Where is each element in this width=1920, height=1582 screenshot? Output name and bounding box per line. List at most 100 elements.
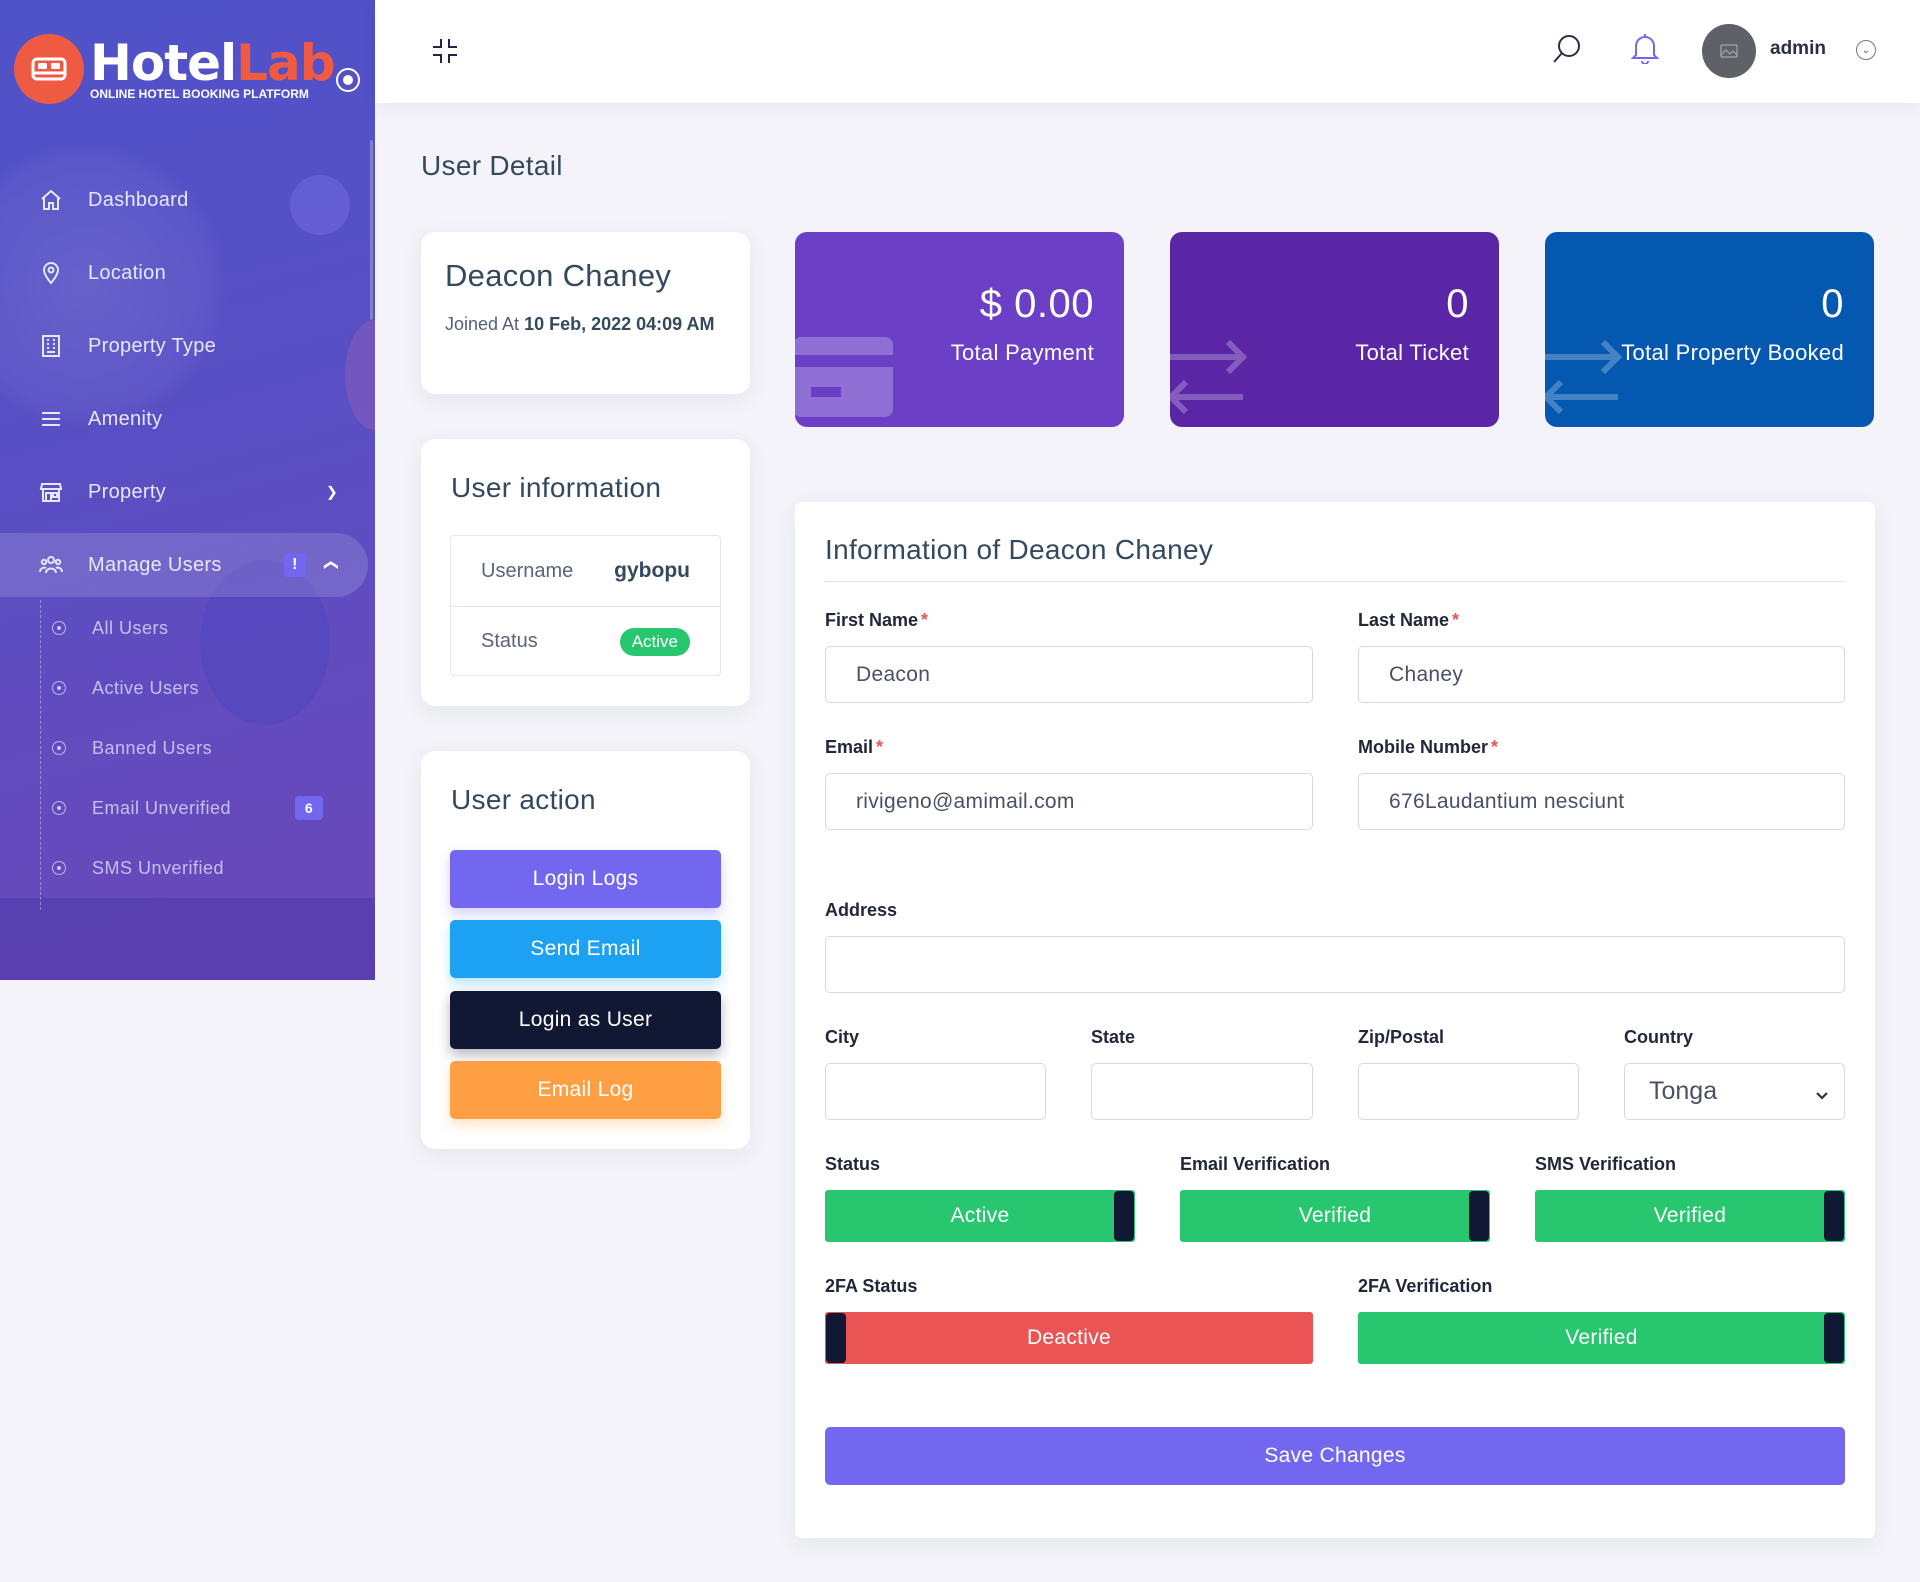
admin-name[interactable]: admin — [1770, 38, 1826, 60]
sidebar-subitem-banned-users[interactable]: Banned Users — [52, 728, 362, 768]
sms-verification-toggle[interactable]: Verified — [1535, 1190, 1845, 1242]
chevron-down-icon: ❯ — [325, 483, 338, 500]
stat-total-ticket[interactable]: 0 Total Ticket — [1170, 232, 1499, 427]
sidebar-item-label: Property Type — [88, 334, 217, 357]
toggle-knob — [1824, 1313, 1844, 1363]
count-badge: 6 — [295, 796, 323, 820]
state-label: State — [1091, 1027, 1136, 1047]
login-as-user-button[interactable]: Login as User — [450, 991, 721, 1049]
chevron-down-icon — [1814, 1082, 1830, 1100]
warning-badge: ! — [284, 553, 306, 577]
sidebar-subitem-label: All Users — [92, 617, 169, 638]
sidebar-scrollbar[interactable] — [370, 140, 373, 320]
sms-verification-label: SMS Verification — [1535, 1154, 1677, 1174]
country-select[interactable]: Tonga — [1624, 1063, 1845, 1120]
mobile-number-input[interactable] — [1358, 773, 1845, 830]
email-verification-toggle[interactable]: Verified — [1180, 1190, 1490, 1242]
page-title: User Detail — [421, 150, 563, 181]
stat-value: $ 0.00 — [979, 282, 1094, 326]
image-placeholder-icon — [1720, 44, 1738, 58]
bell-icon[interactable] — [1630, 32, 1660, 65]
sidebar-subitem-label: Active Users — [92, 677, 200, 698]
sidebar-item-manage-users[interactable]: Manage Users ! ❯ — [0, 533, 368, 597]
twofa-verification-toggle[interactable]: Verified — [1358, 1312, 1845, 1364]
stat-label: Total Ticket — [1355, 340, 1469, 365]
user-full-name: Deacon Chaney — [445, 258, 672, 293]
username-value: gybopu — [614, 559, 690, 582]
twofa-verification-label: 2FA Verification — [1358, 1276, 1493, 1296]
country-selected-value: Tonga — [1649, 1077, 1718, 1105]
bullet-icon — [52, 741, 66, 755]
submenu-guide-line — [40, 600, 41, 910]
first-name-label: First Name * — [825, 610, 929, 630]
joined-date: Joined At 10 Feb, 2022 04:09 AM — [445, 314, 715, 334]
sidebar-item-amenity[interactable]: Amenity — [0, 389, 370, 449]
toggle-label: Deactive — [1026, 1326, 1112, 1349]
stat-value: 0 — [1446, 282, 1469, 326]
send-email-button[interactable]: Send Email — [450, 920, 721, 978]
chevron-up-icon: ❯ — [321, 558, 338, 572]
email-field[interactable] — [825, 773, 1313, 830]
sidebar-subitem-sms-unverified[interactable]: SMS Unverified — [52, 848, 362, 888]
city-input[interactable] — [825, 1063, 1046, 1120]
bullet-icon — [52, 681, 66, 695]
address-input[interactable] — [825, 936, 1845, 993]
collapse-icon[interactable] — [430, 36, 460, 66]
toggle-label: Active — [950, 1204, 1010, 1227]
sidebar-item-location[interactable]: Location — [0, 243, 370, 303]
bullet-icon — [52, 621, 66, 635]
sidebar: HotelLab ONLINE HOTEL BOOKING PLATFORM D… — [0, 0, 375, 980]
sidebar-toggle-icon[interactable] — [336, 68, 360, 92]
chevron-down-icon[interactable]: ⌄ — [1856, 40, 1876, 60]
user-edit-form: Information of Deacon Chaney First Name *… — [795, 502, 1875, 1538]
avatar[interactable] — [1702, 24, 1756, 78]
toggle-knob — [1469, 1191, 1489, 1241]
zip-input[interactable] — [1358, 1063, 1579, 1120]
brand-logo[interactable]: HotelLab ONLINE HOTEL BOOKING PLATFORM — [14, 34, 336, 104]
toggle-knob — [826, 1313, 846, 1363]
sidebar-item-property-type[interactable]: Property Type — [0, 316, 370, 376]
sidebar-item-property[interactable]: Property ❯ — [0, 462, 370, 522]
twofa-status-toggle[interactable]: Deactive — [825, 1312, 1313, 1364]
save-changes-button[interactable]: Save Changes — [825, 1427, 1845, 1485]
topbar: admin ⌄ — [375, 0, 1920, 103]
form-title: Information of Deacon Chaney — [825, 534, 1214, 565]
username-label: Username — [481, 559, 574, 582]
sidebar-subitem-email-unverified[interactable]: Email Unverified 6 — [52, 788, 362, 828]
login-logs-button[interactable]: Login Logs — [450, 850, 721, 908]
status-label: Status — [481, 630, 538, 652]
state-input[interactable] — [1091, 1063, 1313, 1120]
last-name-input[interactable] — [1358, 646, 1845, 703]
country-label: Country — [1624, 1027, 1693, 1047]
card-title: User action — [451, 784, 596, 815]
twofa-status-label: 2FA Status — [825, 1276, 918, 1296]
zip-label: Zip/Postal — [1358, 1027, 1445, 1047]
stat-total-payment[interactable]: $ 0.00 Total Payment — [795, 232, 1124, 427]
toggle-label: Verified — [1298, 1204, 1372, 1227]
address-label: Address — [825, 900, 898, 920]
status-toggle[interactable]: Active — [825, 1190, 1135, 1242]
sidebar-subitem-all-users[interactable]: All Users — [52, 608, 362, 648]
mobile-number-label: Mobile Number * — [1358, 737, 1499, 757]
sidebar-subitem-active-users[interactable]: Active Users — [52, 668, 362, 708]
menu-lines-icon — [38, 406, 64, 432]
sidebar-item-dashboard[interactable]: Dashboard — [0, 170, 370, 230]
card-title: User information — [451, 472, 662, 503]
building-icon — [38, 333, 64, 359]
status-label: Status — [825, 1154, 881, 1174]
map-pin-icon — [38, 260, 64, 286]
first-name-input[interactable] — [825, 646, 1313, 703]
user-information-card: User information Username gybopu Status … — [421, 439, 750, 706]
home-icon — [38, 187, 64, 213]
stat-total-property-booked[interactable]: 0 Total Property Booked — [1545, 232, 1874, 427]
email-log-button[interactable]: Email Log — [450, 1061, 721, 1119]
sidebar-item-label: Amenity — [88, 407, 163, 430]
city-label: City — [825, 1027, 860, 1047]
sidebar-item-label: Manage Users — [88, 553, 222, 576]
users-icon — [38, 552, 64, 578]
stat-value: 0 — [1821, 282, 1844, 326]
toggle-knob — [1824, 1191, 1844, 1241]
sidebar-item-label: Property — [88, 480, 166, 503]
search-icon[interactable] — [1551, 33, 1583, 65]
status-badge: Active — [619, 627, 690, 656]
